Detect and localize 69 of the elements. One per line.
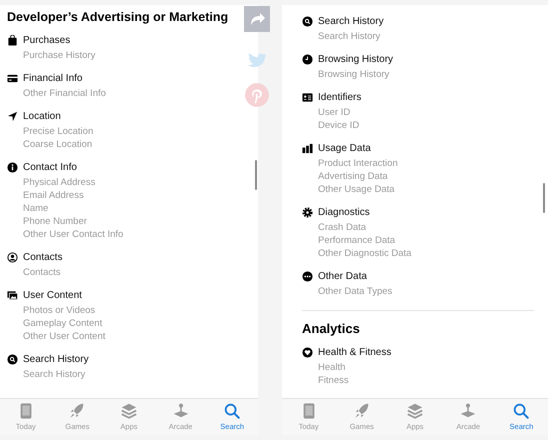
data-type-label: Coarse Location <box>23 138 94 151</box>
category-title: Diagnostics <box>318 207 370 218</box>
section-heading: Developer’s Advertising or Marketing <box>7 10 230 24</box>
data-type-label: Browsing History <box>318 68 390 81</box>
joystick-icon <box>172 402 190 420</box>
data-type-label: Physical Address <box>23 176 96 189</box>
data-type-label: Product Interaction <box>318 157 399 170</box>
category-title: User Content <box>23 290 82 301</box>
data-type-label: Phone Number <box>23 215 88 228</box>
heart-icon <box>302 347 313 358</box>
data-type-label: Precise Location <box>23 125 94 138</box>
category-title: Identifiers <box>318 92 362 103</box>
category-title: Search History <box>23 354 89 365</box>
id-card-icon <box>302 92 313 103</box>
data-type-label: Email Address <box>23 189 85 202</box>
credit-card-icon <box>7 73 18 84</box>
data-type-label: Contacts <box>23 266 62 279</box>
data-type-label: Name <box>23 202 50 215</box>
bag-icon <box>7 35 18 46</box>
data-type-label: User ID <box>318 106 352 119</box>
person-icon <box>7 252 18 263</box>
rocket-icon <box>352 402 371 420</box>
category-title: Other Data <box>318 271 367 282</box>
data-type-label: Other Usage Data <box>318 183 396 196</box>
data-type-label: Other User Contact Info <box>23 228 124 241</box>
category-title: Contacts <box>23 252 62 263</box>
data-type-label: Other Data Types <box>318 285 394 298</box>
category-title: Health & Fitness <box>318 347 392 358</box>
clock-icon <box>302 54 313 65</box>
gear-icon <box>302 207 313 218</box>
data-type-label: Performance Data <box>318 234 396 247</box>
bird-icon[interactable] <box>247 53 268 70</box>
ellipsis-icon <box>302 271 313 282</box>
category-title: Contact Info <box>23 162 77 173</box>
category-title: Financial Info <box>23 73 82 84</box>
data-type-label: Purchase History <box>23 49 96 62</box>
search-icon <box>302 16 313 27</box>
search-icon <box>223 402 242 420</box>
data-type-label: Device ID <box>318 119 360 132</box>
search-icon <box>512 402 530 420</box>
category-title: Location <box>23 111 61 122</box>
info-icon <box>7 162 18 173</box>
data-type-label: Gameplay Content <box>23 317 104 330</box>
layers-icon <box>406 402 424 420</box>
layers-icon <box>120 402 138 420</box>
location-arrow-icon <box>7 111 18 122</box>
scroll-bar <box>543 183 545 213</box>
scroll-bar <box>255 160 257 190</box>
search-icon <box>7 354 18 365</box>
pin-logo-icon[interactable] <box>244 82 270 108</box>
data-type-label: Photos or Videos <box>23 304 96 317</box>
data-type-label: Crash Data <box>318 221 368 234</box>
joystick-icon <box>459 402 478 420</box>
data-type-label: Health <box>318 361 346 374</box>
section-heading: Analytics <box>302 321 361 336</box>
data-type-label: Search History <box>23 368 86 381</box>
share-icon[interactable] <box>244 6 270 32</box>
category-title: Search History <box>318 16 384 27</box>
category-title: Purchases <box>23 35 70 46</box>
data-type-label: Search History <box>318 30 382 43</box>
category-title: Browsing History <box>318 54 394 65</box>
data-type-label: Advertising Data <box>318 170 389 183</box>
data-type-label: Fitness <box>318 374 350 387</box>
data-type-label: Other Financial Info <box>23 87 107 100</box>
photos-icon <box>7 290 18 301</box>
category-title: Usage Data <box>318 143 371 154</box>
data-type-label: Other Diagnostic Data <box>318 247 412 260</box>
bar-chart-icon <box>302 143 313 154</box>
data-type-label: Other User Content <box>23 330 106 343</box>
